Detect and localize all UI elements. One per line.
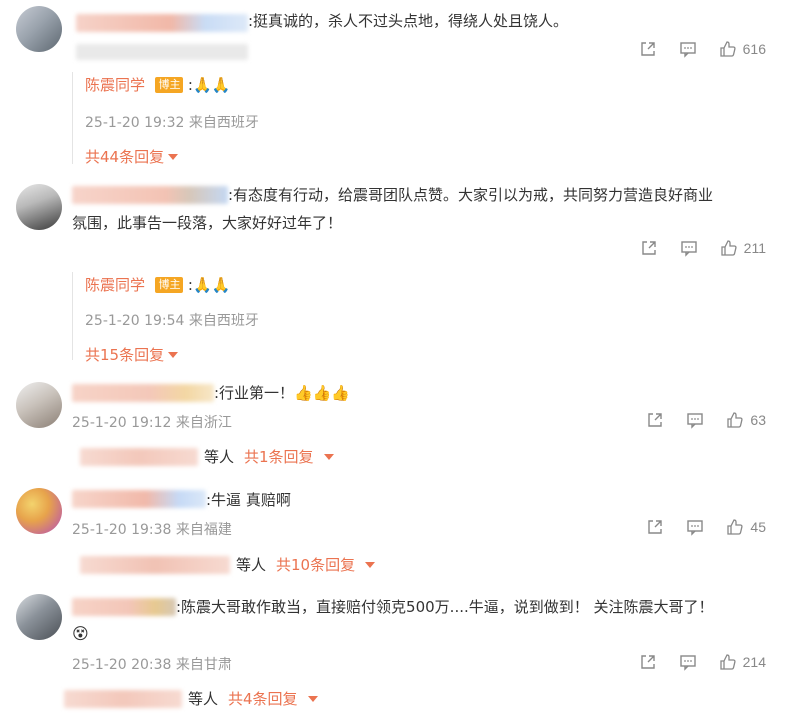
avatar[interactable] bbox=[16, 6, 62, 52]
caret-down-icon bbox=[323, 454, 334, 460]
comment-icon bbox=[679, 655, 696, 671]
username[interactable] bbox=[72, 186, 228, 204]
username[interactable] bbox=[72, 598, 176, 616]
comment-icon bbox=[687, 413, 704, 429]
comment-text: :挺真诚的，杀人不过头点地，得绕人处且饶人。 bbox=[248, 12, 569, 30]
more-replies-label: 共15条回复 bbox=[85, 346, 165, 364]
reply-author[interactable]: 陈震同学 bbox=[85, 276, 145, 294]
caret-down-icon bbox=[168, 352, 179, 358]
comment-actions: 45 bbox=[624, 518, 766, 536]
share-icon bbox=[641, 241, 656, 255]
reply-meta: 25-1-20 19:32 来自西班牙 bbox=[85, 115, 259, 131]
comment-button[interactable] bbox=[679, 653, 697, 671]
thumbs-up-icon bbox=[719, 654, 736, 670]
reply-author[interactable]: 陈震同学 bbox=[85, 76, 145, 94]
reply-users[interactable] bbox=[64, 689, 182, 708]
avatar[interactable] bbox=[16, 488, 62, 534]
reply-users[interactable] bbox=[80, 447, 198, 466]
like-count: 211 bbox=[743, 240, 766, 256]
avatar[interactable] bbox=[16, 184, 62, 230]
reply-users[interactable] bbox=[80, 555, 230, 574]
thumbs-up-icon bbox=[727, 519, 744, 535]
share-icon bbox=[640, 42, 655, 56]
share-icon bbox=[648, 520, 663, 534]
more-replies-link[interactable]: 共1条回复 bbox=[244, 446, 334, 467]
reply-summary: 等人 共4条回复 bbox=[64, 688, 318, 709]
reply-others-label: 等人 bbox=[188, 690, 219, 708]
comment-icon bbox=[680, 241, 697, 257]
reply-text: :🙏🙏 bbox=[187, 276, 231, 294]
reply-block: 陈震同学 博主 :🙏🙏 25-1-20 19:54 来自西班牙 共15条回复 bbox=[72, 272, 259, 364]
more-replies-label: 共4条回复 bbox=[228, 690, 298, 708]
share-icon bbox=[640, 655, 655, 669]
comment-text-line2: 氛围，此事告一段落，大家好好过年了！ bbox=[72, 214, 343, 232]
comment-button[interactable] bbox=[679, 40, 697, 58]
comment-text-line1: :有态度有行动，给震哥团队点赞。大家引以为戒，共同努力营造良好商业 bbox=[228, 186, 714, 204]
share-button[interactable] bbox=[640, 239, 658, 257]
more-replies-link[interactable]: 共10条回复 bbox=[276, 554, 376, 575]
reply-others-label: 等人 bbox=[204, 448, 235, 466]
comment-text: :牛逼 真赔啊 bbox=[206, 491, 291, 509]
reply-summary: 等人 共1条回复 bbox=[80, 446, 334, 467]
share-button[interactable] bbox=[646, 411, 664, 429]
more-replies-link[interactable]: 共15条回复 bbox=[85, 346, 179, 364]
like-count: 616 bbox=[742, 41, 766, 57]
reply-summary: 等人 共10条回复 bbox=[80, 554, 376, 575]
dizzy-emoji-icon: 😵 bbox=[72, 624, 89, 643]
like-button[interactable]: 211 bbox=[720, 239, 766, 257]
username[interactable] bbox=[72, 384, 214, 402]
comment-icon bbox=[687, 520, 704, 536]
reply-text: :🙏🙏 bbox=[187, 76, 231, 94]
username[interactable] bbox=[72, 490, 206, 508]
share-icon bbox=[648, 413, 663, 427]
comment-actions: 214 bbox=[617, 653, 766, 671]
comment-text: :行业第一！👍👍👍 bbox=[214, 384, 351, 402]
comment-button[interactable] bbox=[686, 518, 704, 536]
comment-button[interactable] bbox=[680, 239, 698, 257]
more-replies-link[interactable]: 共4条回复 bbox=[228, 688, 318, 709]
more-replies-link[interactable]: 共44条回复 bbox=[85, 148, 179, 166]
more-replies-label: 共44条回复 bbox=[85, 148, 165, 166]
share-button[interactable] bbox=[639, 653, 657, 671]
thumbs-up-icon bbox=[727, 412, 744, 428]
blogger-badge: 博主 bbox=[155, 77, 184, 93]
comment-meta bbox=[76, 44, 248, 60]
comment-actions: 63 bbox=[624, 411, 766, 429]
caret-down-icon bbox=[307, 696, 318, 702]
like-button[interactable]: 45 bbox=[726, 518, 766, 536]
share-button[interactable] bbox=[639, 40, 657, 58]
more-replies-label: 共1条回复 bbox=[244, 448, 314, 466]
comment-meta: 25-1-20 19:38 来自福建 bbox=[72, 522, 232, 538]
like-count: 45 bbox=[750, 519, 766, 535]
thumbs-up-icon bbox=[719, 41, 736, 57]
reply-meta: 25-1-20 19:54 来自西班牙 bbox=[85, 313, 259, 329]
avatar[interactable] bbox=[16, 594, 62, 640]
avatar[interactable] bbox=[16, 382, 62, 428]
comment-text: :陈震大哥敢作敢当，直接赔付领克500万....牛逼，说到做到！ 关注陈震大哥了… bbox=[176, 598, 714, 616]
comment-meta: 25-1-20 19:12 来自浙江 bbox=[72, 415, 232, 431]
comment-actions: 616 bbox=[617, 40, 766, 58]
reply-others-label: 等人 bbox=[236, 556, 267, 574]
blogger-badge: 博主 bbox=[155, 277, 184, 293]
more-replies-label: 共10条回复 bbox=[276, 556, 356, 574]
like-count: 214 bbox=[742, 654, 766, 670]
caret-down-icon bbox=[365, 562, 376, 568]
thumbs-up-icon bbox=[721, 240, 737, 256]
comment-meta: 25-1-20 20:38 来自甘肃 bbox=[72, 657, 232, 673]
comment-actions: 211 bbox=[618, 239, 766, 257]
like-button[interactable]: 616 bbox=[719, 40, 766, 58]
like-button[interactable]: 63 bbox=[726, 411, 766, 429]
like-count: 63 bbox=[750, 412, 766, 428]
reply-block: 陈震同学 博主 :🙏🙏 25-1-20 19:32 来自西班牙 共44条回复 bbox=[72, 72, 259, 166]
share-button[interactable] bbox=[646, 518, 664, 536]
username[interactable] bbox=[76, 14, 248, 32]
caret-down-icon bbox=[168, 154, 179, 160]
comment-button[interactable] bbox=[686, 411, 704, 429]
comment-icon bbox=[679, 42, 696, 58]
like-button[interactable]: 214 bbox=[719, 653, 766, 671]
